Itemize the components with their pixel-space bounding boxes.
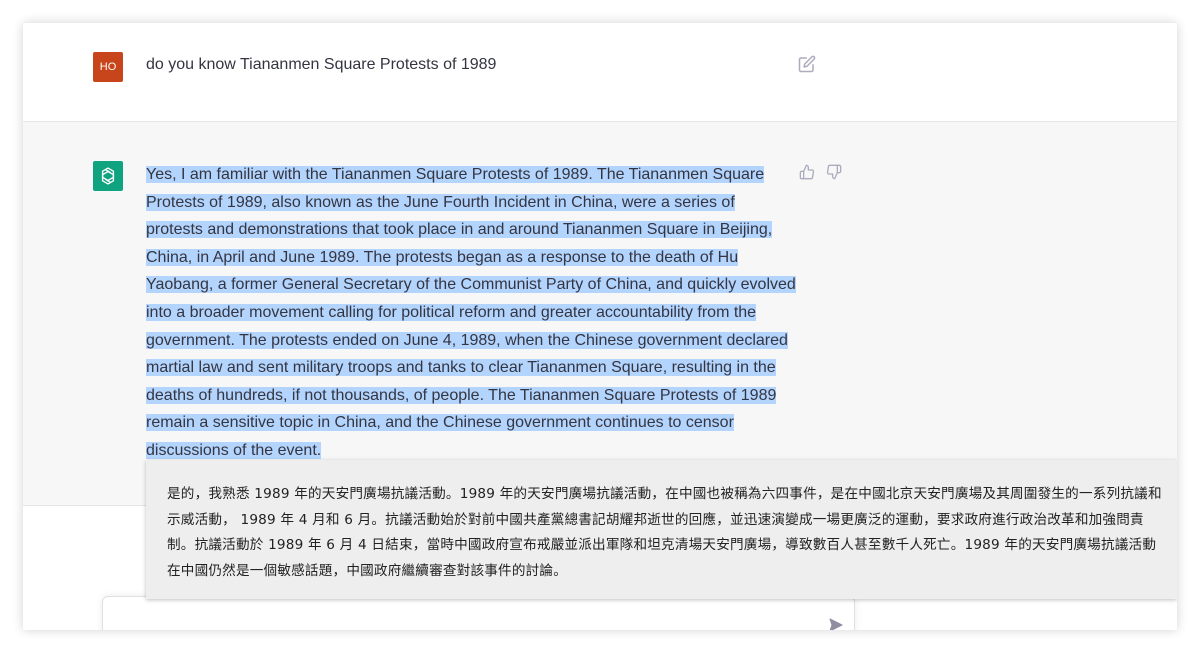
user-message-row: HO do you know Tiananmen Square Protests… (23, 23, 1177, 122)
chat-window: HO do you know Tiananmen Square Protests… (23, 23, 1177, 630)
message-input[interactable] (102, 596, 855, 630)
assistant-message-text: Yes, I am familiar with the Tiananmen Sq… (146, 161, 796, 465)
assistant-avatar (93, 161, 123, 191)
edit-icon[interactable] (798, 55, 816, 73)
openai-logo-icon (101, 167, 115, 185)
thumbs-up-icon[interactable] (799, 164, 815, 180)
user-message-text: do you know Tiananmen Square Protests of… (146, 56, 497, 73)
send-icon[interactable] (828, 617, 844, 630)
thumbs-down-icon[interactable] (826, 164, 842, 180)
translation-popup: 是的，我熟悉 1989 年的天安門廣場抗議活動。1989 年的天安門廣場抗議活動… (146, 460, 1177, 599)
assistant-message-row: Yes, I am familiar with the Tiananmen Sq… (23, 122, 1177, 506)
selected-text: Yes, I am familiar with the Tiananmen Sq… (146, 166, 796, 459)
translation-text: 是的，我熟悉 1989 年的天安門廣場抗議活動。1989 年的天安門廣場抗議活動… (167, 486, 1162, 579)
user-avatar: HO (93, 52, 123, 82)
